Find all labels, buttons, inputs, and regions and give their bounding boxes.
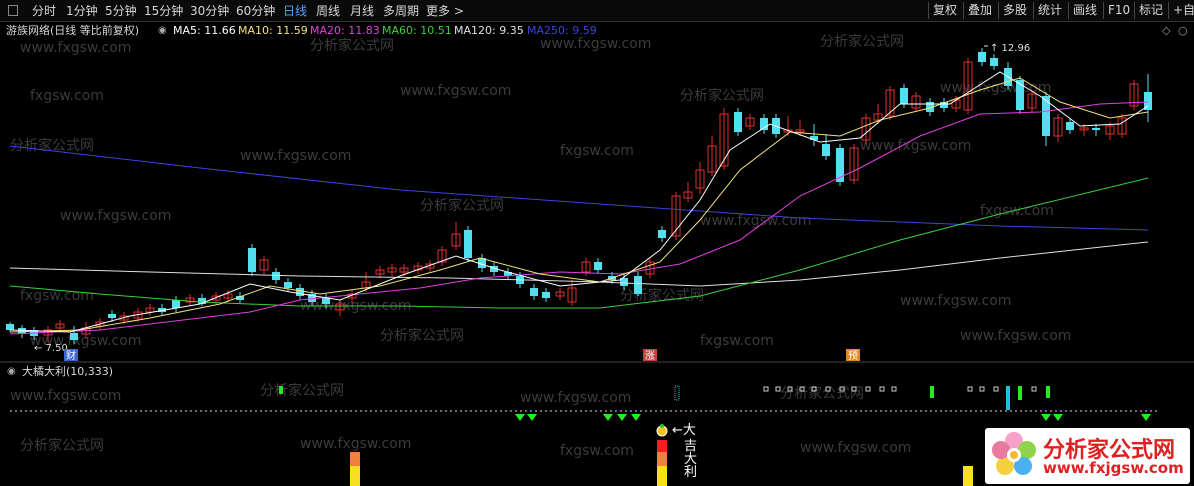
watermark-text: www.fxgsw.com: [240, 148, 351, 164]
sell-signal-triangle: [515, 414, 525, 421]
candle-body: [322, 298, 330, 304]
watermark-text: www.fxgsw.com: [860, 138, 971, 154]
sell-signal-triangle: [1141, 414, 1151, 421]
sell-signal-triangle: [631, 414, 641, 421]
candle-body: [284, 282, 292, 288]
site-logo: 分析家公式网 www.fxjgsw.com: [985, 428, 1190, 484]
watermark-text: 分析家公式网: [780, 385, 864, 402]
signal-square: [993, 386, 999, 392]
indicator-title: 大橘大利(10,333): [22, 365, 114, 378]
ma10-label: MA10: 11.59: [238, 24, 308, 37]
watermark-text: www.fxgsw.com: [300, 436, 411, 452]
low-price-label: ← 7.50: [34, 343, 68, 354]
signal-column: [963, 466, 973, 486]
ma250-label: MA250: 9.59: [527, 24, 597, 37]
sell-signal-triangle: [1041, 414, 1051, 421]
circle-icon[interactable]: ○: [1178, 22, 1188, 40]
watermark-text: www.fxgsw.com: [960, 328, 1071, 344]
watermark-text: 分析家公式网: [20, 437, 104, 454]
watermark-text: www.fxgsw.com: [10, 388, 121, 404]
watermark-text: 分析家公式网: [680, 87, 764, 104]
candle-body: [6, 324, 14, 330]
signal-bar-green: [1046, 386, 1050, 398]
candle-body: [530, 288, 538, 296]
candle-body: [900, 88, 908, 104]
signal-column: [350, 466, 360, 486]
signal-square: [891, 386, 897, 392]
watermark-text: 分析家公式网: [260, 382, 344, 399]
candle-body: [172, 300, 180, 308]
candle-body: [70, 333, 78, 340]
candle-body: [658, 230, 666, 238]
signal-text-char: ←大: [672, 423, 696, 438]
candle-body: [634, 276, 642, 294]
ma20-label: MA20: 11.83: [310, 24, 380, 37]
watermark-text: www.fxgsw.com: [400, 83, 511, 99]
candle-body: [1066, 122, 1074, 130]
sell-signal-triangle: [527, 414, 537, 421]
watermark-text: 分析家公式网: [620, 287, 704, 304]
event-marker-text: 涨: [645, 350, 655, 362]
sell-signal-triangle: [1053, 414, 1063, 421]
ma-settings-icon[interactable]: ◉: [158, 22, 167, 40]
candle-body: [464, 230, 472, 258]
watermark-text: www.fxgsw.com: [20, 40, 131, 56]
watermark-text: fxgsw.com: [700, 333, 774, 349]
signal-bar-cyan: [1006, 386, 1010, 410]
sell-signal-triangle: [617, 414, 627, 421]
signal-column: [657, 466, 667, 486]
diamond-icon[interactable]: ◇: [1162, 22, 1170, 40]
signal-square: [979, 386, 985, 392]
watermark-text: fxgsw.com: [560, 443, 634, 459]
signal-column: [350, 452, 360, 466]
candle-body: [734, 112, 742, 132]
watermark-text: www.fxgsw.com: [800, 440, 911, 456]
watermark-text: fxgsw.com: [560, 143, 634, 159]
flower-logo-icon: [992, 432, 1036, 475]
signal-bar-green: [279, 386, 283, 394]
ma60-label: MA60: 10.51: [382, 24, 452, 37]
candle-body: [272, 272, 280, 280]
watermark-text: 分析家公式网: [380, 327, 464, 344]
watermark-text: www.fxgsw.com: [60, 208, 171, 224]
candle-body: [108, 314, 116, 318]
logo-url: www.fxjgsw.com: [1043, 459, 1184, 477]
candle-body: [542, 292, 550, 298]
watermark-text: fxgsw.com: [30, 88, 104, 104]
price-chart: www.fxgsw.com 分析家公式网 www.fxgsw.com 分析家公式网 fx…: [0, 33, 1194, 486]
signal-column: [657, 452, 667, 466]
event-marker-text: 预: [848, 350, 858, 362]
watermark-text: www.fxgsw.com: [520, 390, 631, 406]
signal-square: [879, 386, 885, 392]
watermark-text: www.fxgsw.com: [900, 293, 1011, 309]
ma120-label: MA120: 9.35: [454, 24, 524, 37]
watermark-text: 分析家公式网: [10, 137, 94, 154]
event-marker-text: 财: [66, 349, 76, 362]
signal-bar-green: [1018, 386, 1022, 400]
signal-square: [865, 386, 871, 392]
signal-column: [657, 440, 667, 452]
fruit-leaf-icon: [660, 424, 664, 428]
candle-body: [990, 58, 998, 66]
signal-bar-green: [930, 386, 934, 398]
candle-body: [296, 288, 304, 296]
ma60-line: [9, 177, 1149, 309]
candle-body: [594, 262, 602, 270]
sell-signal-triangle: [603, 414, 613, 421]
ma5-label: MA5: 11.66: [173, 24, 236, 37]
candle-body: [248, 248, 256, 272]
stock-title: 游族网络(日线 等比前复权): [6, 24, 140, 37]
signal-bar-dotted: [674, 385, 680, 401]
signal-square: [1031, 386, 1037, 392]
indicator-settings-icon[interactable]: ◉: [7, 364, 16, 380]
signal-square: [763, 386, 769, 392]
watermark-text: 分析家公式网: [420, 197, 504, 214]
candle-body: [1092, 128, 1100, 130]
chart-info-bar: 游族网络(日线 等比前复权) ◉ MA5: 11.66 MA10: 11.59 …: [0, 22, 1194, 40]
high-price-label: ↑ 12.96: [990, 43, 1030, 54]
candle-body: [822, 144, 830, 156]
candle-body: [978, 52, 986, 62]
signal-square: [967, 386, 973, 392]
signal-text-char: 利: [684, 465, 697, 480]
